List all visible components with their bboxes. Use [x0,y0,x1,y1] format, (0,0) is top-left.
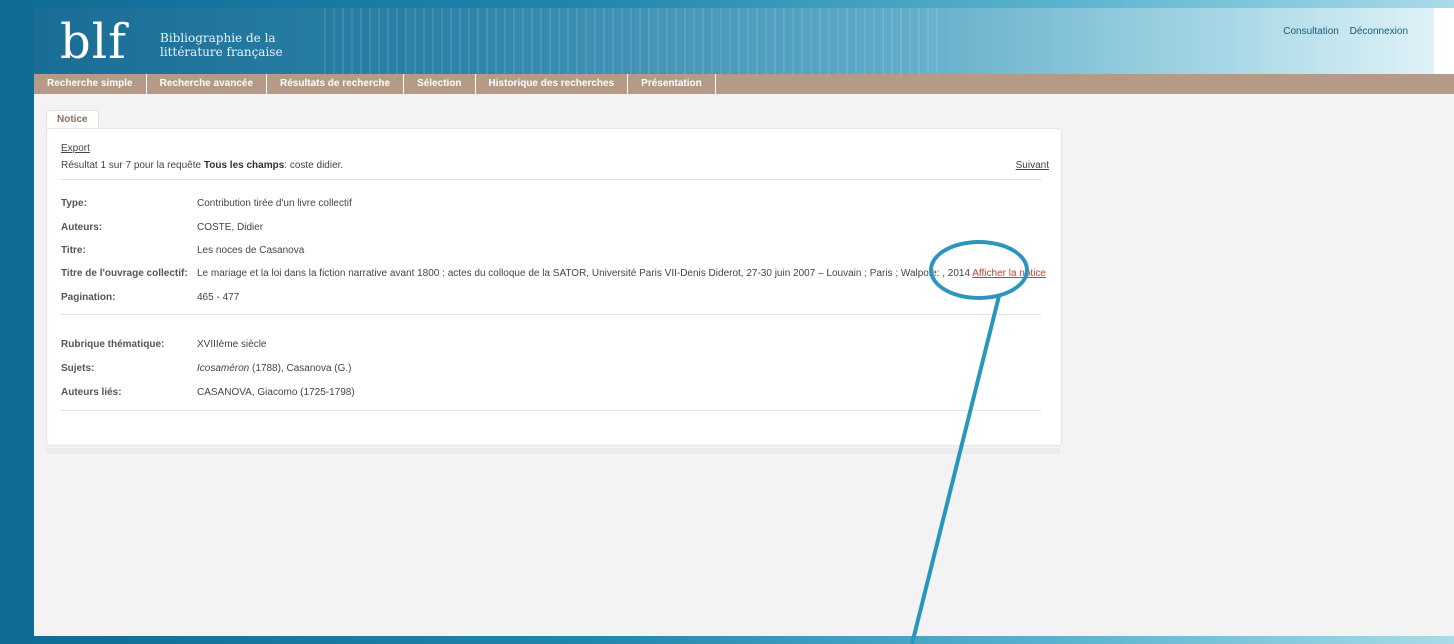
pointer-line-stroke [910,295,1001,644]
pointer-line [910,295,1001,644]
